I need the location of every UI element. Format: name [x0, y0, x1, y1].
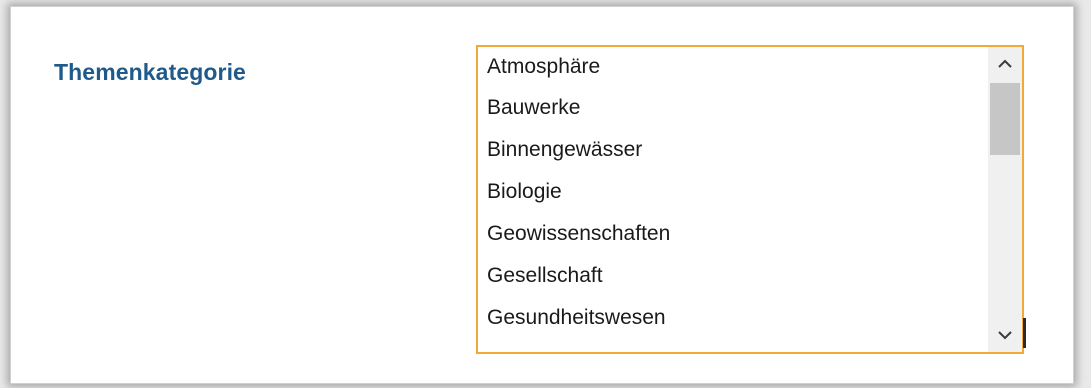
list-option-binnengewaesser[interactable]: Binnengewässer — [478, 129, 988, 171]
list-option-bauwerke[interactable]: Bauwerke — [478, 87, 988, 129]
scrollbar-thumb[interactable] — [990, 83, 1020, 155]
list-option-geowissenschaften[interactable]: Geowissenschaften — [478, 213, 988, 255]
chevron-up-icon — [998, 59, 1012, 68]
vertical-scrollbar[interactable] — [988, 47, 1022, 352]
list-option-gesundheitswesen[interactable]: Gesundheitswesen — [478, 297, 988, 339]
list-option-gesellschaft[interactable]: Gesellschaft — [478, 255, 988, 297]
option-list: Atmosphäre Bauwerke Binnengewässer Biolo… — [478, 47, 988, 352]
list-option-atmosphaere[interactable]: Atmosphäre — [478, 47, 988, 87]
themenkategorie-label: Themenkategorie — [54, 59, 246, 85]
chevron-down-icon — [998, 331, 1012, 340]
resize-handle[interactable] — [1023, 318, 1026, 348]
list-option-biologie[interactable]: Biologie — [478, 171, 988, 213]
scroll-down-button[interactable] — [988, 318, 1022, 352]
themenkategorie-listbox[interactable]: Atmosphäre Bauwerke Binnengewässer Biolo… — [476, 45, 1024, 354]
scroll-up-button[interactable] — [988, 47, 1022, 81]
